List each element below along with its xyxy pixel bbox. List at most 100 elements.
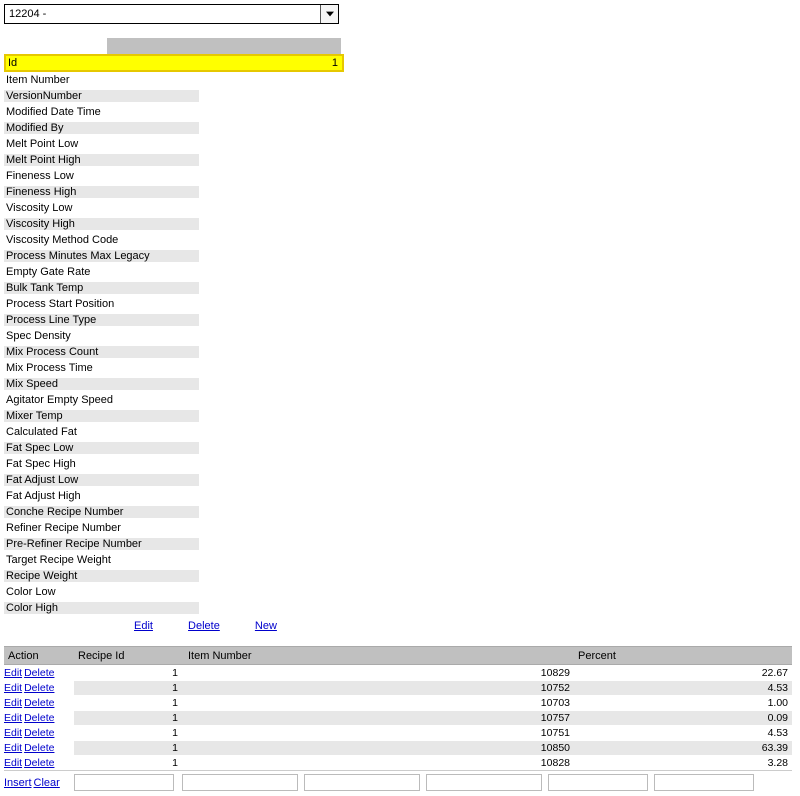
detail-row: Item Number: [4, 72, 344, 88]
row-edit-link[interactable]: Edit: [4, 697, 22, 709]
detail-row: Viscosity High: [4, 216, 344, 232]
detail-row: Process Start Position: [4, 296, 344, 312]
detail-row: Viscosity Method Code: [4, 232, 344, 248]
cell-item-number: 10751: [184, 726, 574, 740]
detail-label: Fat Adjust Low: [4, 474, 199, 486]
row-delete-link[interactable]: Delete: [24, 712, 54, 724]
cell-percent: 0.09: [574, 711, 792, 725]
row-delete-link[interactable]: Delete: [24, 682, 54, 694]
grid-header-row: Action Recipe Id Item Number Percent: [4, 647, 792, 665]
row-delete-link[interactable]: Delete: [24, 757, 54, 769]
cell-item-number-wrap: 10829: [184, 666, 574, 680]
detail-label: Pre-Refiner Recipe Number: [4, 538, 199, 550]
detail-label: Viscosity Method Code: [4, 234, 199, 246]
row-delete-link[interactable]: Delete: [24, 697, 54, 709]
detail-label: Color Low: [4, 586, 199, 598]
row-edit-link[interactable]: Edit: [4, 757, 22, 769]
row-delete-link[interactable]: Delete: [24, 667, 54, 679]
cell-percent-wrap: 22.67: [574, 666, 792, 680]
row-actions: EditDelete: [4, 757, 74, 769]
detail-label: Viscosity Low: [4, 202, 199, 214]
cell-percent-wrap: 63.39: [574, 741, 792, 755]
detail-row: Fat Adjust Low: [4, 472, 344, 488]
cell-item-number-wrap: 10850: [184, 741, 574, 755]
detail-row: Mix Process Count: [4, 344, 344, 360]
detail-row: Color Low: [4, 584, 344, 600]
cell-item-number-wrap: 10828: [184, 756, 574, 770]
detail-row: Melt Point High: [4, 152, 344, 168]
detail-label: Empty Gate Rate: [4, 266, 199, 278]
cell-percent: 22.67: [574, 666, 792, 680]
detail-row: Pre-Refiner Recipe Number: [4, 536, 344, 552]
detail-row: Fineness High: [4, 184, 344, 200]
footer-input-3[interactable]: [304, 774, 420, 791]
table-row: EditDelete11082922.67: [4, 665, 792, 680]
cell-percent: 4.53: [574, 681, 792, 695]
detail-row: VersionNumber: [4, 88, 344, 104]
detail-label: Target Recipe Weight: [4, 554, 199, 566]
cell-item-number-wrap: 10757: [184, 711, 574, 725]
detail-row: Empty Gate Rate: [4, 264, 344, 280]
cell-percent: 4.53: [574, 726, 792, 740]
footer-input-recipe[interactable]: [74, 774, 174, 791]
row-edit-link[interactable]: Edit: [4, 712, 22, 724]
detail-row: Viscosity Low: [4, 200, 344, 216]
detail-label: Viscosity High: [4, 218, 199, 230]
edit-link[interactable]: Edit: [134, 620, 153, 632]
detail-label: Item Number: [4, 74, 199, 86]
footer-input-item[interactable]: [426, 774, 542, 791]
detail-label: Fat Adjust High: [4, 490, 199, 502]
grid-footer-row: Insert Clear: [4, 770, 792, 792]
detail-label: Refiner Recipe Number: [4, 522, 199, 534]
detail-value: 1: [199, 57, 342, 69]
detail-row: Fat Spec High: [4, 456, 344, 472]
cell-item-number: 10703: [184, 696, 574, 710]
detail-label: Fat Spec Low: [4, 442, 199, 454]
footer-input-percent[interactable]: [654, 774, 754, 791]
clear-link[interactable]: Clear: [34, 777, 60, 789]
cell-recipe-id: 1: [74, 711, 184, 725]
cell-recipe-id: 1: [74, 741, 184, 755]
header-recipe: Recipe Id: [74, 648, 184, 664]
detail-label: Bulk Tank Temp: [4, 282, 199, 294]
detail-label: Mix Process Time: [4, 362, 199, 374]
chevron-down-icon: [320, 5, 338, 23]
insert-link[interactable]: Insert: [4, 777, 32, 789]
row-actions: EditDelete: [4, 727, 74, 739]
row-edit-link[interactable]: Edit: [4, 742, 22, 754]
footer-input-5[interactable]: [548, 774, 648, 791]
row-edit-link[interactable]: Edit: [4, 682, 22, 694]
cell-recipe-id: 1: [74, 666, 184, 680]
detail-label: Mixer Temp: [4, 410, 199, 422]
detail-row: Mix Process Time: [4, 360, 344, 376]
detail-label: Id: [6, 57, 199, 69]
delete-link[interactable]: Delete: [188, 620, 220, 632]
table-row: EditDelete 11085063.39: [4, 740, 792, 755]
row-actions: EditDelete: [4, 712, 74, 724]
grid-body: EditDelete11082922.67EditDelete1107524.5…: [4, 665, 792, 770]
detail-row: Modified Date Time: [4, 104, 344, 120]
table-row: EditDelete1107514.53: [4, 725, 792, 740]
cell-percent: 3.28: [574, 756, 792, 770]
item-select-dropdown[interactable]: 12204 -: [4, 4, 339, 24]
detail-label: Color High: [4, 602, 199, 614]
detail-row: Modified By: [4, 120, 344, 136]
table-row: EditDelete1108283.28: [4, 755, 792, 770]
cell-item-number: 10829: [184, 666, 574, 680]
detail-row: Process Minutes Max Legacy: [4, 248, 344, 264]
detail-label: Agitator Empty Speed: [4, 394, 199, 406]
row-delete-link[interactable]: Delete: [24, 727, 54, 739]
row-delete-link[interactable]: Delete: [24, 742, 54, 754]
detail-label: Process Minutes Max Legacy: [4, 250, 199, 262]
row-actions: EditDelete: [4, 667, 74, 679]
cell-recipe-id: 1: [74, 681, 184, 695]
cell-item-number-wrap: 10752: [184, 681, 574, 695]
recipe-detail-grid: Id1Item Number VersionNumberModified Date…: [4, 54, 344, 616]
new-link[interactable]: New: [255, 620, 277, 632]
detail-row: Bulk Tank Temp: [4, 280, 344, 296]
detail-label: Recipe Weight: [4, 570, 199, 582]
row-edit-link[interactable]: Edit: [4, 667, 22, 679]
row-edit-link[interactable]: Edit: [4, 727, 22, 739]
footer-input-2[interactable]: [182, 774, 298, 791]
cell-percent: 1.00: [574, 696, 792, 710]
